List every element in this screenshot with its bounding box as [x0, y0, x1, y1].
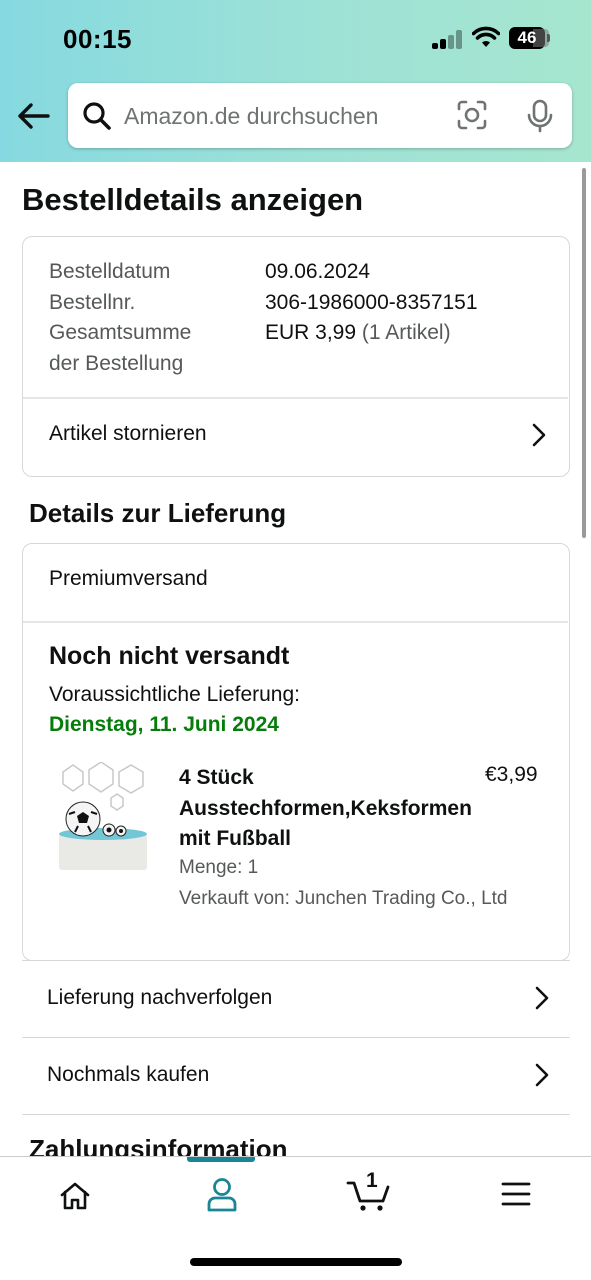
microphone-icon[interactable]	[525, 99, 555, 133]
order-summary-card: Bestelldatum Bestellnr. Gesamtsumme der …	[22, 236, 570, 477]
tab-account[interactable]	[161, 1157, 281, 1237]
product-price: €3,99	[485, 763, 538, 786]
shipping-method: Premiumversand	[49, 567, 208, 590]
cancel-items-link[interactable]: Artikel stornieren	[49, 422, 207, 446]
divider	[22, 1114, 570, 1115]
product-quantity: Menge: 1	[179, 857, 259, 878]
home-indicator[interactable]	[190, 1258, 402, 1266]
home-icon	[60, 1182, 90, 1210]
order-total-value: EUR 3,99 (1 Artikel)	[265, 318, 478, 349]
delivery-section-title: Details zur Lieferung	[29, 498, 287, 528]
product-seller: Verkauft von: Junchen Trading Co., Ltd	[179, 888, 508, 909]
order-total-label: Gesamtsumme	[49, 321, 192, 344]
order-labels: Bestelldatum Bestellnr. Gesamtsumme der …	[49, 257, 191, 379]
track-package-row[interactable]: Lieferung nachverfolgen	[22, 960, 570, 1037]
shipment-status: Noch nicht versandt	[49, 642, 290, 670]
order-total-amount: EUR 3,99	[265, 321, 357, 344]
divider	[23, 397, 568, 399]
order-number-value: 306-1986000-8357151	[265, 290, 478, 314]
scrollbar[interactable]	[582, 168, 586, 538]
buy-again-label: Nochmals kaufen	[47, 1063, 210, 1086]
cart-count-badge: 1	[366, 1169, 378, 1192]
person-icon	[207, 1178, 237, 1212]
page-title: Bestelldetails anzeigen	[22, 182, 364, 217]
status-time: 00:15	[63, 24, 132, 54]
battery-icon: 46	[509, 27, 551, 49]
product-image[interactable]	[53, 762, 153, 872]
search-icon	[83, 102, 111, 130]
chevron-right-icon[interactable]	[531, 422, 547, 448]
chevron-right-icon	[535, 1063, 549, 1087]
estimated-delivery-date: Dienstag, 11. Juni 2024	[49, 713, 279, 736]
search-bar[interactable]: Amazon.de durchsuchen	[68, 83, 572, 148]
tab-home[interactable]	[14, 1157, 134, 1237]
tab-menu[interactable]	[456, 1157, 576, 1237]
order-total-label-cont: der Bestellung	[49, 351, 184, 375]
order-date-label: Bestelldatum	[49, 260, 171, 283]
order-date-value: 09.06.2024	[265, 260, 371, 283]
search-input[interactable]: Amazon.de durchsuchen	[124, 103, 378, 130]
delivery-card: Premiumversand Noch nicht versandt Vorau…	[22, 543, 570, 961]
cellular-signal-icon	[432, 30, 464, 49]
track-package-label: Lieferung nachverfolgen	[47, 986, 273, 1009]
status-bar: 00:15 46	[0, 0, 591, 80]
buy-again-row[interactable]: Nochmals kaufen	[22, 1037, 570, 1114]
camera-scan-icon[interactable]	[456, 99, 488, 131]
order-items-count: (1 Artikel)	[361, 321, 451, 344]
product-title[interactable]: 4 Stück Ausstechformen,Keksformen mit Fu…	[179, 763, 479, 855]
estimated-delivery-label: Voraussichtliche Lieferung:	[49, 683, 300, 706]
chevron-right-icon	[535, 986, 549, 1010]
back-arrow-icon[interactable]	[14, 96, 54, 136]
divider	[23, 621, 568, 623]
battery-level: 46	[517, 28, 537, 47]
hamburger-menu-icon	[501, 1182, 531, 1206]
order-number-label: Bestellnr.	[49, 290, 136, 314]
wifi-icon	[472, 26, 500, 47]
order-values: 09.06.2024 306-1986000-8357151 EUR 3,99 …	[265, 257, 478, 349]
